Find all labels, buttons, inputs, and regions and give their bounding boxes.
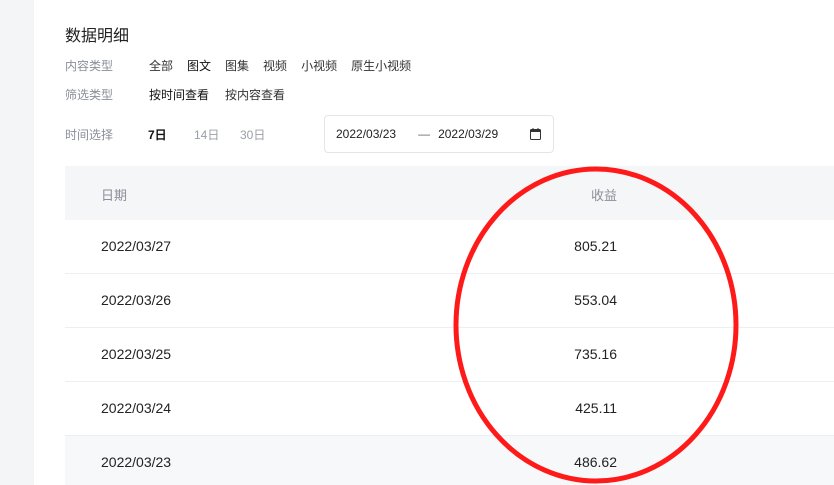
table-header: 日期 收益 xyxy=(65,166,834,220)
time-select-label: 时间选择 xyxy=(65,127,114,142)
content-type-option-video[interactable]: 视频 xyxy=(263,57,287,74)
row-revenue: 553.04 xyxy=(574,292,617,308)
row-date: 2022/03/25 xyxy=(101,346,172,362)
row-revenue: 425.11 xyxy=(575,400,617,416)
time-option-30d[interactable]: 30日 xyxy=(240,126,286,143)
page-title: 数据明细 xyxy=(65,28,130,45)
content-type-option-native-short-video[interactable]: 原生小视频 xyxy=(351,57,411,74)
table-row: 2022/03/25 735.16 xyxy=(65,328,834,382)
row-revenue: 486.62 xyxy=(574,454,617,470)
filter-type-filter: 筛选类型 按时间查看 按内容查看 xyxy=(65,86,301,103)
table-row: 2022/03/23 486.62 xyxy=(65,436,834,485)
content-type-option-gallery[interactable]: 图集 xyxy=(225,57,249,74)
content-type-filter: 内容类型 全部 图文 图集 视频 小视频 原生小视频 xyxy=(65,57,425,74)
data-detail-panel: 数据明细 内容类型 全部 图文 图集 视频 小视频 原生小视频 筛选类型 按时间… xyxy=(34,0,834,485)
table-row: 2022/03/24 425.11 xyxy=(65,382,834,436)
filter-type-option-by-time[interactable]: 按时间查看 xyxy=(149,86,209,103)
filter-type-label: 筛选类型 xyxy=(65,88,114,102)
table-row: 2022/03/27 805.21 xyxy=(65,220,834,274)
content-type-option-article[interactable]: 图文 xyxy=(187,57,211,74)
filter-type-option-by-content[interactable]: 按内容查看 xyxy=(225,86,285,103)
revenue-table: 日期 收益 2022/03/27 805.21 2022/03/26 553.0… xyxy=(65,166,834,485)
row-date: 2022/03/23 xyxy=(101,454,172,470)
row-revenue: 735.16 xyxy=(574,346,617,362)
end-date[interactable]: 2022/03/29 xyxy=(438,127,498,141)
date-range-picker[interactable]: 2022/03/23 — 2022/03/29 xyxy=(324,115,554,153)
row-date: 2022/03/24 xyxy=(101,400,172,416)
row-date: 2022/03/26 xyxy=(101,292,172,308)
time-select-row: 时间选择 7日 14日 30日 2022/03/23 — 2022/03/29 xyxy=(65,115,554,153)
start-date[interactable]: 2022/03/23 xyxy=(336,127,396,141)
date-range-separator: — xyxy=(418,127,431,141)
date-column-header: 日期 xyxy=(101,188,128,203)
row-revenue: 805.21 xyxy=(574,238,617,254)
time-option-7d[interactable]: 7日 xyxy=(148,126,194,143)
table-row: 2022/03/26 553.04 xyxy=(65,274,834,328)
revenue-column-header: 收益 xyxy=(590,188,617,203)
row-date: 2022/03/27 xyxy=(101,238,172,254)
calendar-icon[interactable] xyxy=(530,128,541,140)
time-option-14d[interactable]: 14日 xyxy=(194,126,240,143)
content-type-label: 内容类型 xyxy=(65,59,114,73)
content-type-option-all[interactable]: 全部 xyxy=(149,57,173,74)
content-type-option-short-video[interactable]: 小视频 xyxy=(301,57,337,74)
